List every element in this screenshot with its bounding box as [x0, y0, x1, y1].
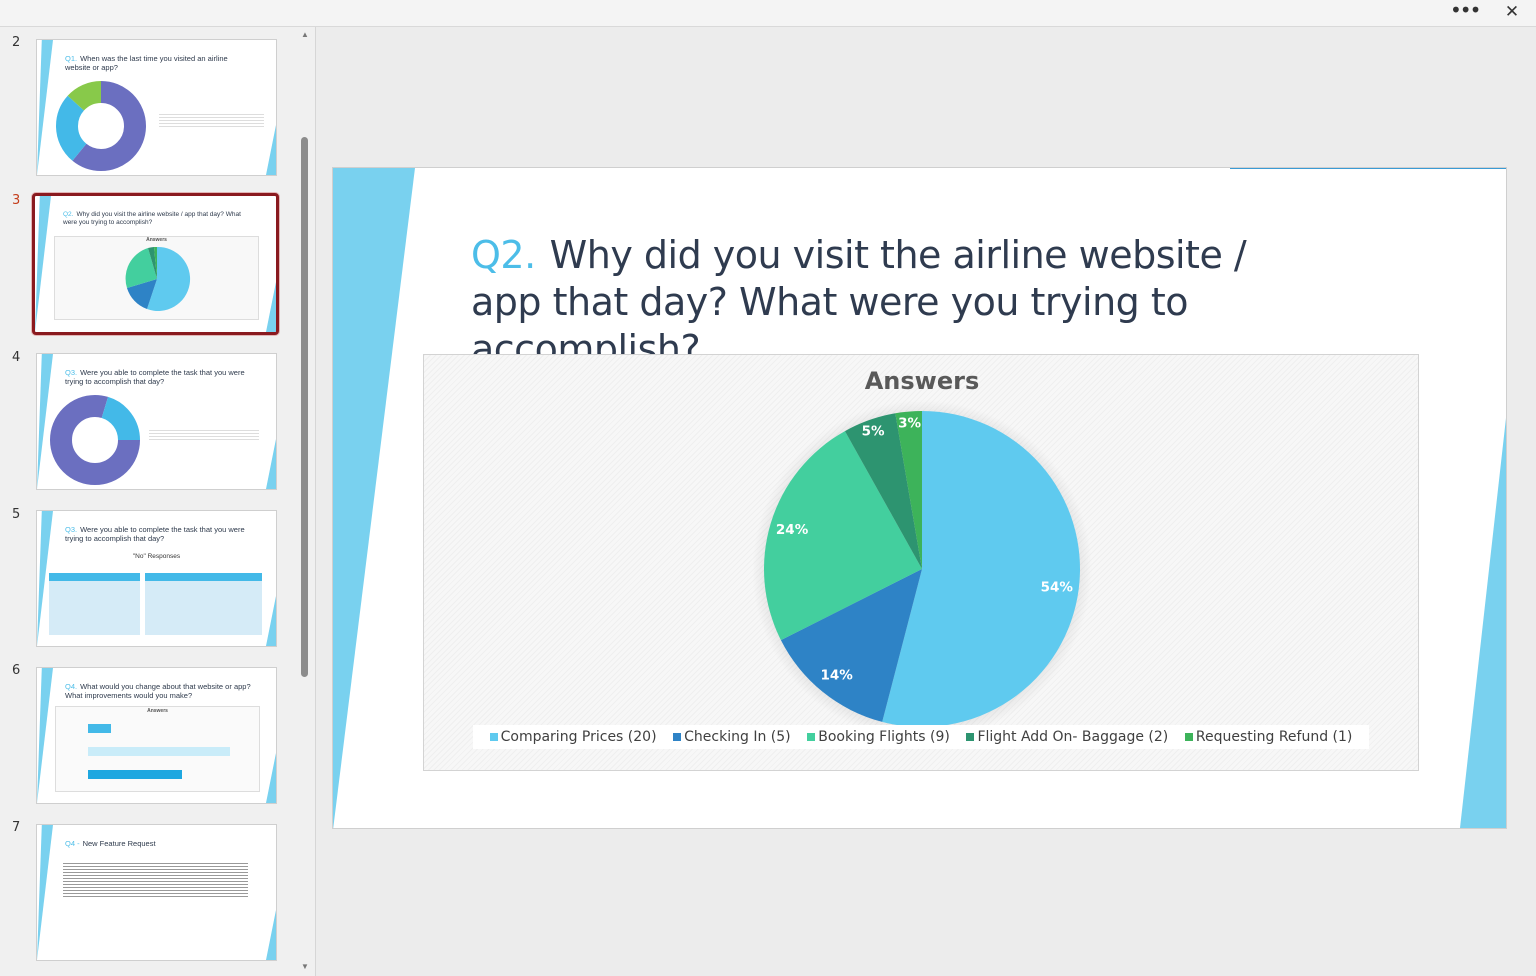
slide-title[interactable]: Q2. Why did you visit the airline website… — [471, 232, 1311, 373]
slide-thumbnail-3[interactable]: Q2. Why did you visit the airline website… — [32, 193, 279, 335]
legend-item: Comparing Prices (20) — [489, 729, 657, 745]
legend-swatch — [807, 733, 816, 741]
thumbnail-title: Q3. Were you able to complete the task th… — [65, 368, 245, 386]
slide-number: 7 — [12, 820, 21, 835]
legend-swatch — [489, 733, 498, 741]
scrollbar-thumb[interactable] — [301, 137, 308, 677]
data-label: 24% — [776, 522, 809, 538]
chart-thumbnail: Answers — [54, 236, 259, 320]
legend-swatch — [1184, 733, 1193, 741]
thumbnail-title: Q2. Why did you visit the airline website… — [63, 211, 241, 226]
legend-item: Booking Flights (9) — [807, 729, 950, 745]
table-thumbnail — [145, 573, 262, 635]
scroll-up-icon[interactable]: ▲ — [299, 29, 311, 41]
legend-swatch — [673, 733, 682, 741]
slide-number: 6 — [12, 663, 21, 678]
donut-chart-thumbnail — [50, 395, 140, 485]
slide-number: 4 — [12, 350, 21, 365]
table-thumbnail — [49, 573, 140, 635]
legend-item: Requesting Refund (1) — [1184, 729, 1353, 745]
thumbnail-scrollbar[interactable]: ▲ ▼ — [298, 27, 312, 976]
legend-label: Comparing Prices (20) — [500, 729, 657, 745]
window-titlebar: ••• ✕ — [0, 0, 1536, 27]
legend-swatch — [966, 733, 975, 741]
chart-legend: Comparing Prices (20) Checking In (5) Book… — [473, 725, 1369, 749]
pie-chart-svg: Answers 54% 14% 24% 5% 3% — [752, 367, 1092, 740]
legend-label: Checking In (5) — [684, 729, 791, 745]
legend-label: Requesting Refund (1) — [1195, 729, 1353, 745]
donut-chart-thumbnail — [56, 81, 146, 171]
scroll-down-icon[interactable]: ▼ — [299, 961, 311, 973]
slide-number: 3 — [12, 193, 21, 208]
slide-thumbnail-4[interactable]: Q3. Were you able to complete the task th… — [36, 353, 277, 490]
thumbnail-title: Q4. What would you change about that webs… — [65, 682, 251, 700]
legend-item: Checking In (5) — [673, 729, 791, 745]
legend-item: Flight Add On- Baggage (2) — [966, 729, 1168, 745]
slide-number: 5 — [12, 507, 21, 522]
bar-chart-thumbnail: Answers — [55, 706, 260, 792]
slide-thumbnail-2[interactable]: Q1. When was the last time you visited an… — [36, 39, 277, 176]
slide-thumbnail-5[interactable]: Q3. Were you able to complete the task th… — [36, 510, 277, 647]
slide-number: 2 — [12, 35, 21, 50]
slide-thumbnail-6[interactable]: Q4. What would you change about that webs… — [36, 667, 277, 804]
pie-chart[interactable]: Answers 54% 14% 24% 5% 3% Comparing Prices (… — [423, 354, 1419, 771]
data-label: 54% — [1041, 579, 1074, 595]
data-label: 5% — [862, 423, 885, 439]
decorative-stripe — [333, 168, 415, 828]
decorative-stripe — [1460, 418, 1506, 828]
chart-title: Answers — [865, 367, 980, 395]
slide-thumbnail-7[interactable]: Q4 - New Feature Request — [36, 824, 277, 961]
slide-canvas[interactable]: Q2. Why did you visit the airline website… — [332, 167, 1507, 829]
data-label: 14% — [820, 668, 853, 684]
slide-thumbnail-pane: 2 Q1. When was the last time you visited … — [0, 27, 316, 976]
legend-label: Flight Add On- Baggage (2) — [977, 729, 1169, 745]
data-label: 3% — [898, 416, 921, 432]
legend-label: Booking Flights (9) — [818, 729, 950, 745]
close-icon[interactable]: ✕ — [1502, 2, 1522, 22]
thumbnail-title: Q3. Were you able to complete the task th… — [65, 525, 245, 543]
question-number: Q2. — [471, 233, 536, 277]
more-options-button[interactable]: ••• — [1450, 0, 1481, 22]
thumbnail-title: Q4 - New Feature Request — [65, 839, 156, 848]
thumbnail-title: Q1. When was the last time you visited an… — [65, 54, 228, 72]
